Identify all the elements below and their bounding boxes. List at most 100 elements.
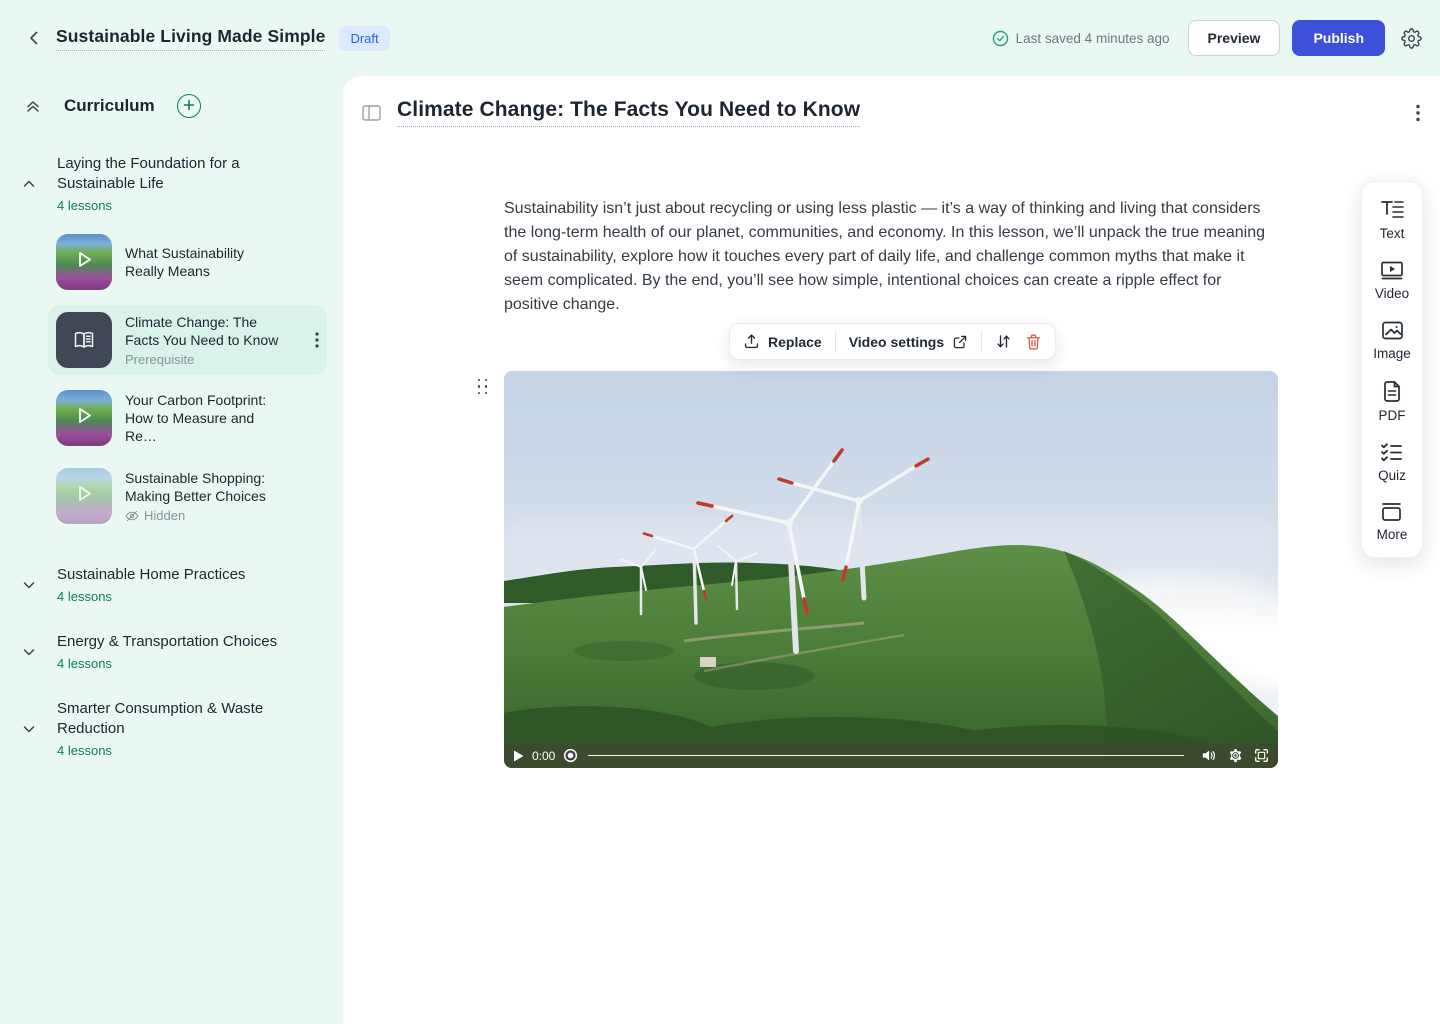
kebab-icon bbox=[315, 332, 319, 348]
kebab-icon bbox=[1416, 104, 1420, 122]
curriculum-sidebar: Curriculum Laying the Foundation for a S… bbox=[0, 76, 343, 1024]
insert-more-button[interactable]: More bbox=[1377, 502, 1408, 542]
curriculum-section: Energy & Transportation Choices 4 lesson… bbox=[20, 632, 327, 671]
volume-icon bbox=[1202, 749, 1217, 762]
progress-track[interactable] bbox=[588, 755, 1184, 757]
publish-button[interactable]: Publish bbox=[1292, 20, 1385, 56]
insert-more-label: More bbox=[1377, 527, 1408, 542]
block-drag-handle[interactable] bbox=[475, 376, 491, 398]
settings-button[interactable] bbox=[1401, 28, 1422, 49]
book-icon bbox=[71, 327, 97, 353]
add-section-button[interactable] bbox=[177, 94, 201, 118]
video-icon bbox=[1380, 260, 1404, 281]
toolbar-divider bbox=[981, 332, 982, 352]
section-row-home-practices[interactable]: Sustainable Home Practices 4 lessons bbox=[20, 565, 327, 604]
section-lessons-count: 4 lessons bbox=[57, 656, 277, 671]
section-lessons-count: 4 lessons bbox=[57, 743, 272, 758]
more-blocks-icon bbox=[1380, 502, 1403, 522]
page-title[interactable]: Climate Change: The Facts You Need to Kn… bbox=[397, 98, 860, 127]
back-button[interactable] bbox=[20, 24, 48, 52]
toggle-sidebar-button[interactable] bbox=[362, 105, 381, 121]
last-saved-label: Last saved 4 minutes ago bbox=[1016, 31, 1170, 46]
video-settings-button[interactable]: Video settings bbox=[849, 334, 968, 350]
status-badge: Draft bbox=[339, 26, 389, 51]
preview-button[interactable]: Preview bbox=[1188, 20, 1281, 56]
lesson-text: Your Carbon Footprint: How to Measure an… bbox=[125, 391, 319, 445]
last-saved-status: Last saved 4 minutes ago bbox=[992, 30, 1170, 47]
lesson-title: Climate Change: The Facts You Need to Kn… bbox=[125, 313, 287, 349]
lessons-list: What Sustainability Really Means Climate… bbox=[48, 227, 327, 531]
lesson-menu-button[interactable] bbox=[315, 332, 319, 348]
video-still-wind-turbines bbox=[504, 371, 1278, 768]
curriculum-section: Smarter Consumption & Waste Reduction 4 … bbox=[20, 699, 327, 758]
section-title: Smarter Consumption & Waste Reduction bbox=[57, 699, 272, 739]
lesson-row-what-sustainability[interactable]: What Sustainability Really Means bbox=[48, 227, 327, 297]
lesson-row-carbon-footprint[interactable]: Your Carbon Footprint: How to Measure an… bbox=[48, 383, 327, 453]
play-icon bbox=[73, 249, 95, 276]
curriculum-title: Curriculum bbox=[64, 96, 155, 116]
insert-video-label: Video bbox=[1375, 286, 1409, 301]
chevron-down-icon bbox=[20, 577, 38, 593]
insert-quiz-button[interactable]: Quiz bbox=[1378, 442, 1406, 483]
fullscreen-button[interactable] bbox=[1254, 748, 1269, 763]
reorder-block-button[interactable] bbox=[995, 333, 1012, 350]
reading-lesson-icon-tile bbox=[56, 312, 112, 368]
lesson-intro-paragraph[interactable]: Sustainability isn’t just about recyclin… bbox=[504, 197, 1280, 317]
course-editor-screen: Sustainable Living Made Simple Draft Las… bbox=[0, 0, 1440, 1024]
gear-icon bbox=[1401, 28, 1422, 49]
quiz-icon bbox=[1380, 442, 1403, 463]
current-time: 0:00 bbox=[532, 749, 555, 763]
chevron-up-icon bbox=[20, 176, 38, 192]
lesson-options-button[interactable] bbox=[1416, 104, 1420, 122]
video-thumbnail bbox=[56, 390, 112, 446]
player-settings-button[interactable] bbox=[1228, 748, 1243, 763]
video-thumbnail bbox=[56, 234, 112, 290]
insert-block-toolbar: Text Video Image PDF Quiz More bbox=[1361, 181, 1423, 558]
lesson-hidden-label: Hidden bbox=[125, 508, 319, 523]
lesson-text: Sustainable Shopping: Making Better Choi… bbox=[125, 469, 319, 523]
insert-pdf-button[interactable]: PDF bbox=[1379, 380, 1406, 423]
section-row-energy-transportation[interactable]: Energy & Transportation Choices 4 lesson… bbox=[20, 632, 327, 671]
video-control-bar: 0:00 bbox=[504, 743, 1278, 768]
delete-block-button[interactable] bbox=[1025, 333, 1042, 351]
lesson-title: Your Carbon Footprint: How to Measure an… bbox=[125, 391, 287, 445]
pdf-icon bbox=[1382, 380, 1402, 403]
insert-quiz-label: Quiz bbox=[1378, 468, 1406, 483]
lesson-row-climate-change[interactable]: Climate Change: The Facts You Need to Kn… bbox=[48, 305, 327, 375]
eye-off-icon bbox=[125, 509, 139, 523]
hidden-label-text: Hidden bbox=[144, 508, 185, 523]
play-button[interactable] bbox=[513, 750, 524, 762]
video-block-toolbar: Replace Video settings bbox=[729, 323, 1056, 360]
video-player[interactable]: 0:00 bbox=[504, 371, 1278, 768]
collapse-all-button[interactable] bbox=[24, 97, 42, 115]
insert-text-button[interactable]: Text bbox=[1380, 199, 1405, 241]
section-row-smarter-consumption[interactable]: Smarter Consumption & Waste Reduction 4 … bbox=[20, 699, 327, 758]
external-link-icon bbox=[952, 334, 968, 350]
replace-label: Replace bbox=[768, 334, 822, 350]
section-titles: Sustainable Home Practices 4 lessons bbox=[57, 565, 245, 604]
lesson-title: Sustainable Shopping: Making Better Choi… bbox=[125, 469, 287, 505]
play-icon bbox=[73, 483, 95, 510]
upload-icon bbox=[743, 333, 760, 350]
section-row-foundation[interactable]: Laying the Foundation for a Sustainable … bbox=[20, 154, 327, 213]
lesson-title: What Sustainability Really Means bbox=[125, 244, 275, 280]
section-titles: Smarter Consumption & Waste Reduction 4 … bbox=[57, 699, 272, 758]
insert-image-button[interactable]: Image bbox=[1373, 320, 1411, 361]
lesson-row-sustainable-shopping[interactable]: Sustainable Shopping: Making Better Choi… bbox=[48, 461, 327, 531]
play-icon bbox=[73, 405, 95, 432]
volume-button[interactable] bbox=[1202, 749, 1217, 762]
insert-video-button[interactable]: Video bbox=[1375, 260, 1409, 301]
course-title[interactable]: Sustainable Living Made Simple bbox=[56, 26, 325, 51]
insert-text-label: Text bbox=[1380, 226, 1405, 241]
curriculum-header: Curriculum bbox=[24, 94, 327, 118]
section-lessons-count: 4 lessons bbox=[57, 198, 257, 213]
section-titles: Laying the Foundation for a Sustainable … bbox=[57, 154, 257, 213]
replace-video-button[interactable]: Replace bbox=[743, 333, 822, 350]
lesson-text: What Sustainability Really Means bbox=[125, 244, 319, 280]
insert-pdf-label: PDF bbox=[1379, 408, 1406, 423]
scrubber-handle[interactable] bbox=[563, 748, 578, 763]
check-circle-icon bbox=[992, 30, 1009, 47]
top-bar: Sustainable Living Made Simple Draft Las… bbox=[0, 0, 1440, 76]
chevron-left-icon bbox=[25, 29, 43, 47]
player-right-controls bbox=[1202, 748, 1269, 763]
